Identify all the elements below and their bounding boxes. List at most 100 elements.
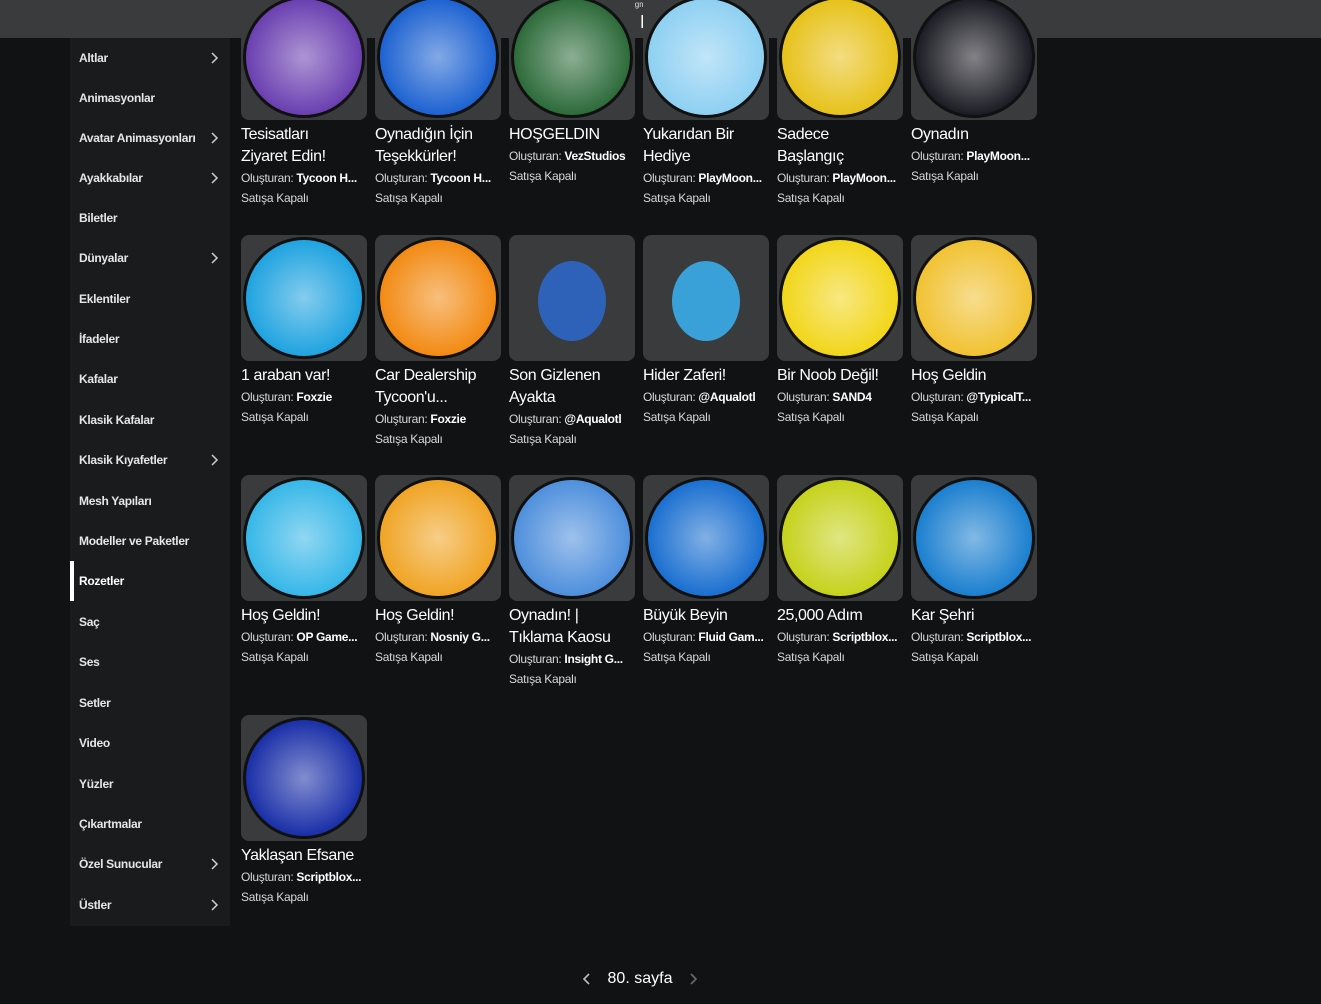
creator-name-link[interactable]: Scriptblox...	[832, 630, 897, 644]
badge-card[interactable]: Hoş Geldin! Oluşturan: Nosniy G... Satışa …	[375, 475, 501, 667]
badge-name[interactable]: Bir Noob Değil!	[777, 365, 903, 387]
next-page-icon[interactable]	[686, 972, 700, 986]
badge-card[interactable]: Oynadın Oluşturan: PlayMoon... Satışa Kapa…	[911, 0, 1037, 186]
badge-name[interactable]: Oynadın! | Tıklama Kaosu	[509, 605, 635, 649]
creator-name-link[interactable]: VezStudios	[564, 149, 625, 163]
sidebar-item-2[interactable]: Avatar Animasyonları	[70, 118, 230, 158]
badge-thumbnail[interactable]	[777, 0, 903, 120]
sidebar-item-13[interactable]: Rozetler	[70, 561, 230, 601]
sidebar-item-0[interactable]: Altlar	[70, 38, 230, 78]
badge-card[interactable]: 25,000 Adım Oluşturan: Scriptblox... Satış…	[777, 475, 903, 667]
badge-card[interactable]: Son Gizlenen Ayakta Oluşturan: @Aqualotl Sa…	[509, 235, 635, 449]
sidebar-item-17[interactable]: Video	[70, 723, 230, 763]
badge-name[interactable]: Oynadığın İçin Teşekkürler!	[375, 124, 501, 168]
badge-thumbnail[interactable]	[241, 235, 367, 361]
creator-name-link[interactable]: Tycoon H...	[430, 171, 491, 185]
sidebar-item-8[interactable]: Kafalar	[70, 359, 230, 399]
badge-card[interactable]: Tesisatları Ziyaret Edin! Oluşturan: Tycoo…	[241, 0, 367, 208]
sidebar-item-10[interactable]: Klasik Kıyafetler	[70, 440, 230, 480]
sidebar-item-21[interactable]: Üstler	[70, 885, 230, 925]
creator-name-link[interactable]: Scriptblox...	[966, 630, 1031, 644]
sidebar-item-1[interactable]: Animasyonlar	[70, 78, 230, 118]
creator-name-link[interactable]: Tycoon H...	[296, 171, 357, 185]
badge-thumbnail[interactable]	[241, 0, 367, 120]
sidebar-item-16[interactable]: Setler	[70, 683, 230, 723]
sidebar-item-6[interactable]: Eklentiler	[70, 279, 230, 319]
creator-name-link[interactable]: Foxzie	[296, 390, 332, 404]
sidebar-item-7[interactable]: İfadeler	[70, 319, 230, 359]
creator-name-link[interactable]: Insight G...	[564, 652, 623, 666]
badge-name[interactable]: Kar Şehri	[911, 605, 1037, 627]
badge-name[interactable]: Car Dealership Tycoon'u...	[375, 365, 501, 409]
badge-thumbnail[interactable]	[643, 475, 769, 601]
badge-thumbnail[interactable]	[509, 475, 635, 601]
badge-name[interactable]: 1 araban var!	[241, 365, 367, 387]
badge-name[interactable]: Yukarıdan Bir Hediye	[643, 124, 769, 168]
badge-card[interactable]: Kar Şehri Oluşturan: Scriptblox... Satışa …	[911, 475, 1037, 667]
badge-card[interactable]: Oynadığın İçin Teşekkürler! Oluşturan: Tyc…	[375, 0, 501, 208]
badge-name[interactable]: Yaklaşan Efsane	[241, 845, 367, 867]
badge-card[interactable]: Car Dealership Tycoon'u... Oluşturan: Foxz…	[375, 235, 501, 449]
creator-name-link[interactable]: Nosniy G...	[430, 630, 490, 644]
sidebar-item-20[interactable]: Özel Sunucular	[70, 844, 230, 884]
badge-name[interactable]: HOŞGELDIN	[509, 124, 635, 146]
badge-thumbnail[interactable]	[375, 235, 501, 361]
badge-card[interactable]: Bir Noob Değil! Oluşturan: SAND4 Satışa Ka…	[777, 235, 903, 427]
badge-card[interactable]: Büyük Beyin Oluşturan: Fluid Gam... Satışa…	[643, 475, 769, 667]
badge-card[interactable]: 1 araban var! Oluşturan: Foxzie Satışa Kap…	[241, 235, 367, 427]
badge-name[interactable]: Hoş Geldin!	[241, 605, 367, 627]
creator-name-link[interactable]: PlayMoon...	[832, 171, 896, 185]
sidebar-item-5[interactable]: Dünyalar	[70, 238, 230, 278]
sidebar-item-18[interactable]: Yüzler	[70, 764, 230, 804]
creator-name-link[interactable]: Foxzie	[430, 412, 466, 426]
sidebar-item-9[interactable]: Klasik Kafalar	[70, 400, 230, 440]
badge-thumbnail[interactable]	[509, 235, 635, 361]
badge-card[interactable]: Hoş Geldin Oluşturan: @TypicalT... Satışa …	[911, 235, 1037, 427]
badge-card[interactable]: Yukarıdan Bir Hediye Oluşturan: PlayMoon..…	[643, 0, 769, 208]
badge-name[interactable]: 25,000 Adım	[777, 605, 903, 627]
sidebar-item-19[interactable]: Çıkartmalar	[70, 804, 230, 844]
badge-name[interactable]: Büyük Beyin	[643, 605, 769, 627]
creator-name-link[interactable]: PlayMoon...	[966, 149, 1030, 163]
sidebar-item-4[interactable]: Biletler	[70, 198, 230, 238]
badge-card[interactable]: HOŞGELDIN Oluşturan: VezStudios Satışa Kap…	[509, 0, 635, 186]
badge-card[interactable]: Oynadın! | Tıklama Kaosu Oluşturan: Insigh…	[509, 475, 635, 689]
badge-thumbnail[interactable]	[241, 475, 367, 601]
creator-name-link[interactable]: @Aqualotl	[564, 412, 621, 426]
sidebar-item-15[interactable]: Ses	[70, 642, 230, 682]
badge-thumbnail[interactable]	[375, 0, 501, 120]
badge-thumbnail[interactable]	[911, 475, 1037, 601]
creator-name-link[interactable]: PlayMoon...	[698, 171, 762, 185]
badge-thumbnail[interactable]	[643, 235, 769, 361]
badge-name[interactable]: Hoş Geldin	[911, 365, 1037, 387]
creator-name-link[interactable]: OP Game...	[296, 630, 357, 644]
sidebar-item-3[interactable]: Ayakkabılar	[70, 158, 230, 198]
previous-page-icon[interactable]	[580, 972, 594, 986]
badge-thumbnail[interactable]	[777, 235, 903, 361]
badge-thumbnail[interactable]	[375, 475, 501, 601]
badge-name[interactable]: Tesisatları Ziyaret Edin!	[241, 124, 367, 168]
badge-card[interactable]: Hider Zaferi! Oluşturan: @Aqualotl Satışa …	[643, 235, 769, 427]
sidebar-item-14[interactable]: Saç	[70, 602, 230, 642]
creator-name-link[interactable]: @TypicalT...	[966, 390, 1031, 404]
badge-card[interactable]: Sadece Başlangıç Oluşturan: PlayMoon... Sat…	[777, 0, 903, 208]
badge-thumbnail[interactable]	[509, 0, 635, 120]
badge-thumbnail[interactable]	[777, 475, 903, 601]
badge-name[interactable]: Oynadın	[911, 124, 1037, 146]
creator-name-link[interactable]: Scriptblox...	[296, 870, 361, 884]
badge-name[interactable]: Hider Zaferi!	[643, 365, 769, 387]
badge-thumbnail[interactable]	[643, 0, 769, 120]
badge-name[interactable]: Hoş Geldin!	[375, 605, 501, 627]
creator-name-link[interactable]: @Aqualotl	[698, 390, 755, 404]
badge-thumbnail[interactable]	[911, 0, 1037, 120]
badge-card[interactable]: Hoş Geldin! Oluşturan: OP Game... Satışa K…	[241, 475, 367, 667]
badge-thumbnail[interactable]	[911, 235, 1037, 361]
badge-name[interactable]: Son Gizlenen Ayakta	[509, 365, 635, 409]
sidebar-item-11[interactable]: Mesh Yapıları	[70, 481, 230, 521]
badge-name[interactable]: Sadece Başlangıç	[777, 124, 903, 168]
creator-name-link[interactable]: SAND4	[832, 390, 871, 404]
sidebar-item-12[interactable]: Modeller ve Paketler	[70, 521, 230, 561]
creator-name-link[interactable]: Fluid Gam...	[698, 630, 763, 644]
badge-card[interactable]: Yaklaşan Efsane Oluşturan: Scriptblox... S…	[241, 715, 367, 907]
badge-thumbnail[interactable]	[241, 715, 367, 841]
